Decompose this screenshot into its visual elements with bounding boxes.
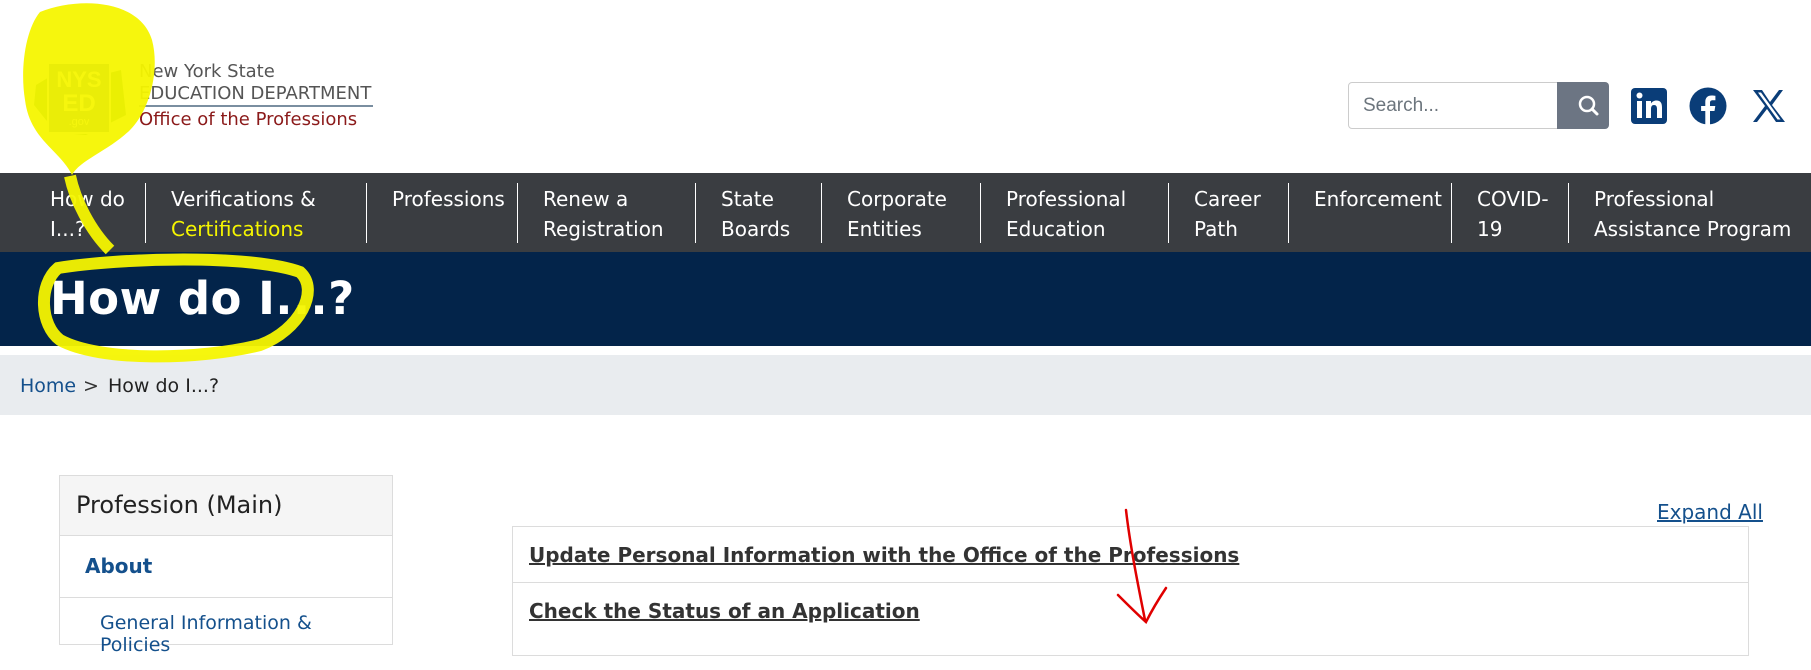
nav-divider (980, 183, 981, 243)
nav-label: Verifications & (171, 187, 316, 211)
sidebar-item-general-information[interactable]: General Information & Policies (60, 598, 392, 670)
nav-label: Professional Assistance Program (1594, 187, 1792, 241)
nav-label: Career Path (1194, 187, 1261, 241)
nav-item-professional-education[interactable]: Professional Education (1006, 173, 1166, 252)
nav-label-highlighted: Certifications (171, 217, 304, 241)
nav-item-career-path[interactable]: Career Path (1194, 173, 1274, 252)
nav-item-covid-19[interactable]: COVID-19 (1477, 173, 1557, 252)
nav-item-renew[interactable]: Renew a Registration (543, 173, 683, 252)
nav-label: How do I...? (50, 187, 125, 241)
nav-label: Professional Education (1006, 187, 1127, 241)
nav-divider (1568, 183, 1569, 243)
nav-item-enforcement[interactable]: Enforcement (1314, 173, 1464, 252)
expand-all-link[interactable]: Expand All (1657, 500, 1763, 524)
logo-line2: EDUCATION DEPARTMENT (139, 83, 374, 107)
page-title: How do I...? (50, 272, 355, 325)
breadcrumb-home-link[interactable]: Home (20, 375, 76, 397)
page-banner: How do I...? (0, 252, 1811, 346)
nav-divider (145, 183, 146, 243)
nysed-logo[interactable]: NYS ED .gov New York State EDUCATION DEP… (26, 55, 376, 150)
nav-divider (695, 183, 696, 243)
sidebar-item-about[interactable]: About (60, 536, 392, 598)
accordion-item-update-personal-info[interactable]: Update Personal Information with the Off… (513, 527, 1748, 583)
breadcrumb-current: How do I...? (108, 375, 220, 397)
logo-text: New York State EDUCATION DEPARTMENT Offi… (139, 61, 374, 133)
search-input[interactable] (1348, 82, 1558, 129)
nav-item-state-boards[interactable]: State Boards (721, 173, 801, 252)
sidebar-menu: Profession (Main) About General Informat… (59, 475, 393, 656)
nav-item-verifications[interactable]: Verifications & Certifications (171, 173, 371, 252)
nav-label: State Boards (721, 187, 791, 241)
logo-badge-mid: ED (62, 90, 95, 117)
search-form (1348, 82, 1610, 129)
logo-line3: Office of the Professions (139, 109, 358, 130)
nysed-logo-mark: NYS ED .gov (34, 62, 126, 135)
nav-item-corporate-entities[interactable]: Corporate Entities (847, 173, 967, 252)
search-icon (1578, 95, 1599, 116)
nav-label: COVID-19 (1477, 187, 1549, 241)
nav-divider (517, 183, 518, 243)
linkedin-icon[interactable] (1630, 87, 1668, 125)
nav-label: Enforcement (1314, 187, 1442, 211)
accordion: Update Personal Information with the Off… (512, 526, 1749, 656)
nav-divider (366, 183, 367, 243)
nav-item-assistance-program[interactable]: Professional Assistance Program (1594, 173, 1794, 252)
nav-item-how-do-i[interactable]: How do I...? (50, 173, 130, 252)
site-header: NYS ED .gov New York State EDUCATION DEP… (0, 0, 1811, 173)
main-nav: How do I...? Verifications & Certificati… (0, 173, 1811, 252)
sidebar-heading: Profession (Main) (60, 476, 392, 536)
nav-divider (821, 183, 822, 243)
breadcrumb: Home > How do I...? (0, 355, 1811, 415)
logo-line1: New York State (139, 61, 275, 82)
nav-divider (1168, 183, 1169, 243)
accordion-item-check-status[interactable]: Check the Status of an Application (513, 583, 1748, 639)
nav-divider (1451, 183, 1452, 243)
x-icon[interactable] (1750, 87, 1788, 125)
nav-label: Professions (392, 187, 505, 211)
facebook-icon[interactable] (1689, 87, 1727, 125)
nav-label: Corporate Entities (847, 187, 947, 241)
nav-item-professions[interactable]: Professions (392, 173, 522, 252)
search-button[interactable] (1557, 82, 1609, 129)
nav-divider (1288, 183, 1289, 243)
breadcrumb-separator: > (83, 375, 99, 397)
nav-label: Renew a Registration (543, 187, 664, 241)
logo-badge-top: NYS (56, 67, 101, 92)
logo-badge-bottom: .gov (69, 116, 90, 128)
